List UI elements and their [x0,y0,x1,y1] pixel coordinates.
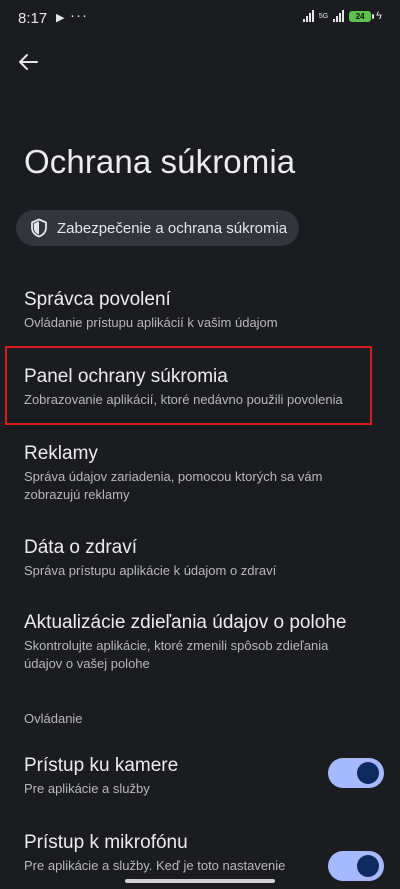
screen: 8:17 ▶ ··· 5G 24 ϟ Ochrana súkromia Zabe… [0,0,400,889]
network-type: 5G [318,12,329,20]
media-play-icon: ▶ [56,12,65,24]
status-icons: 5G 24 ϟ [302,10,382,22]
item-subtitle: Správa prístupu aplikácie k údajom o zdr… [24,563,277,578]
signal-icon-2 [333,10,345,22]
battery-level: 24 [355,11,365,21]
toggle-knob [357,855,379,877]
item-subtitle: Pre aplikácie a služby [24,781,150,796]
item-title: Správca povolení [24,289,171,310]
signal-icon-1 [302,10,314,22]
item-subtitle: Pre aplikácie a služby. Keď je toto nast… [24,858,286,873]
item-privacy-dashboard[interactable]: Panel ochrany súkromia Zobrazovanie apli… [24,365,384,409]
item-location-sharing-updates[interactable]: Aktualizácie zdieľania údajov o polohe S… [24,611,369,673]
security-privacy-chip[interactable]: Zabezpečenie a ochrana súkromia [16,210,300,246]
charging-icon: ϟ [376,10,382,22]
navigation-handle[interactable] [125,879,275,883]
status-bar: 8:17 ▶ ··· 5G 24 ϟ [0,0,400,38]
item-microphone-access[interactable]: Prístup k mikrofónu Pre aplikácie a služ… [24,831,314,875]
camera-access-toggle[interactable] [328,758,384,788]
item-title: Prístup k mikrofónu [24,832,188,853]
arrow-back-icon [19,54,38,70]
item-subtitle: Ovládanie prístupu aplikácií k vašim úda… [24,315,278,330]
item-title: Reklamy [24,443,98,464]
item-subtitle: Správa údajov zariadenia, pomocou ktorýc… [24,469,323,502]
shield-icon [31,218,47,238]
item-camera-access[interactable]: Prístup ku kamere Pre aplikácie a služby [24,754,314,798]
microphone-access-toggle[interactable] [328,851,384,881]
item-title: Aktualizácie zdieľania údajov o polohe [24,612,347,633]
item-title: Dáta o zdraví [24,537,137,558]
battery-icon: 24 [349,10,375,22]
chip-label: Zabezpečenie a ochrana súkromia [57,219,288,237]
status-time: 8:17 [18,10,48,27]
more-notifications-icon: ··· [70,7,88,24]
section-header-controls: Ovládanie [24,711,83,726]
page-title: Ochrana súkromia [24,143,296,180]
toggle-knob [357,762,379,784]
item-subtitle: Zobrazovanie aplikácií, ktoré nedávno po… [24,392,343,407]
item-permission-manager[interactable]: Správca povolení Ovládanie prístupu apli… [24,288,384,332]
item-title: Prístup ku kamere [24,755,179,776]
item-subtitle: Skontrolujte aplikácie, ktoré zmenili sp… [24,638,329,671]
back-button[interactable] [14,50,42,74]
item-ads[interactable]: Reklamy Správa údajov zariadenia, pomoco… [24,442,354,504]
item-title: Panel ochrany súkromia [24,366,228,387]
item-health-data[interactable]: Dáta o zdraví Správa prístupu aplikácie … [24,536,384,580]
